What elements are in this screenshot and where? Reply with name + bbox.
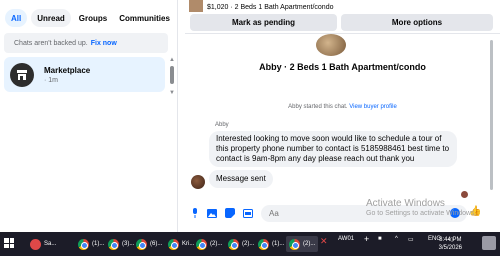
shield-icon[interactable]: ■ xyxy=(378,236,382,242)
taskbar-item-label: Kri... xyxy=(182,241,195,247)
listing-title: Abby · 2 Beds 1 Bath Apartment/condo xyxy=(259,62,426,72)
notification-avatar[interactable] xyxy=(482,236,496,250)
listing-price-header: $1,020 · 2 Beds 1 Bath Apartment/condo xyxy=(207,4,334,11)
chrome-icon xyxy=(289,238,300,250)
backup-text: Chats aren't backed up. xyxy=(14,39,88,47)
view-buyer-profile-link[interactable]: View buyer profile xyxy=(349,104,397,110)
taskbar-item-active[interactable]: (2)... xyxy=(286,236,319,252)
taskbar-item[interactable]: (1)... xyxy=(258,236,284,252)
taskbar-item-label: Sa... xyxy=(44,241,57,247)
system-clock[interactable]: 8:44 PM 3/5/2026 xyxy=(439,236,462,252)
filter-unread[interactable]: Unread xyxy=(31,9,71,27)
taskbar-item[interactable]: (1)... xyxy=(78,236,104,252)
filter-all[interactable]: All xyxy=(5,9,28,27)
chrome-icon xyxy=(108,238,119,250)
mark-as-pending-button[interactable]: Mark as pending xyxy=(190,14,337,31)
taskbar-item-label: (1)... xyxy=(92,241,105,247)
taskbar-item[interactable]: (6)... xyxy=(136,236,162,252)
taskbar-item[interactable]: (2)... xyxy=(196,236,222,252)
tray-app-label[interactable]: AW01 xyxy=(338,236,354,242)
more-options-button[interactable]: More options xyxy=(341,14,493,31)
sender-avatar[interactable] xyxy=(191,175,205,189)
chat-item-marketplace[interactable]: Marketplace · 1m xyxy=(4,57,165,92)
chrome-icon xyxy=(136,238,147,250)
read-receipt-avatar xyxy=(461,191,468,198)
chat-started-note: Abby started this chat. View buyer profi… xyxy=(185,104,500,110)
gif-icon[interactable] xyxy=(243,208,253,218)
taskbar-item-label: (1)... xyxy=(272,241,285,247)
app-icon xyxy=(30,238,41,250)
conversation-scrollbar[interactable] xyxy=(490,40,493,190)
taskbar-item-label: (2)... xyxy=(242,241,255,247)
chat-item-time: · 1m xyxy=(44,76,58,84)
chrome-icon xyxy=(258,238,269,250)
taskbar: Sa... (1)... (3)... (6)... Kri... (2)...… xyxy=(0,232,500,256)
taskbar-item-label: (2)... xyxy=(303,241,316,247)
sticker-icon[interactable] xyxy=(225,208,235,218)
app-logo-icon[interactable]: ✕ xyxy=(320,236,328,247)
taskbar-item[interactable]: (3)... xyxy=(108,236,134,252)
taskbar-item-label: (3)... xyxy=(122,241,135,247)
scroll-down-arrow[interactable]: ▼ xyxy=(169,90,175,96)
taskbar-item[interactable]: Kri... xyxy=(168,236,194,252)
header-divider xyxy=(185,33,500,34)
watermark-subtitle: Go to Settings to activate Windows. xyxy=(366,210,477,217)
chat-list-panel: All Unread Groups Communities Chats aren… xyxy=(0,0,178,232)
filter-communities[interactable]: Communities xyxy=(115,9,174,27)
backup-notice: Chats aren't backed up. Fix now xyxy=(4,33,168,53)
listing-image xyxy=(316,34,346,56)
message-bubble: Interested looking to move soon would li… xyxy=(209,131,457,167)
taskbar-item-label: (2)... xyxy=(210,241,223,247)
chat-list-scrollbar[interactable] xyxy=(170,66,174,84)
chrome-icon xyxy=(168,238,179,250)
scroll-up-arrow[interactable]: ▲ xyxy=(169,57,175,63)
listing-thumbnail xyxy=(189,0,203,12)
photo-icon[interactable] xyxy=(207,208,217,218)
clock-time: 8:44 PM xyxy=(439,237,462,243)
clock-date: 3/5/2026 xyxy=(438,245,462,251)
watermark-title: Activate Windows xyxy=(366,198,445,209)
filter-groups[interactable]: Groups xyxy=(75,9,111,27)
filter-tabs: All Unread Groups Communities xyxy=(5,9,174,27)
started-text: Abby started this chat. xyxy=(288,104,348,110)
taskbar-item[interactable]: (2)... xyxy=(228,236,254,252)
sender-name: Abby xyxy=(215,122,229,128)
chrome-icon xyxy=(196,238,207,250)
chat-item-name: Marketplace xyxy=(44,65,91,75)
message-bubble-sent: Message sent xyxy=(209,170,273,188)
chevron-up-icon[interactable]: ^ xyxy=(395,236,398,242)
fix-now-link[interactable]: Fix now xyxy=(91,40,117,47)
chrome-icon xyxy=(228,238,239,250)
microphone-icon[interactable] xyxy=(190,208,200,218)
store-icon xyxy=(10,62,34,87)
windows-start-icon[interactable] xyxy=(4,238,14,248)
taskbar-item[interactable]: Sa... xyxy=(30,236,56,252)
chrome-icon xyxy=(78,238,89,250)
plus-icon[interactable]: + xyxy=(364,234,369,244)
activate-windows-watermark: Activate Windows Go to Settings to activ… xyxy=(366,198,477,217)
network-icon[interactable]: ▭ xyxy=(408,236,414,243)
taskbar-item-label: (6)... xyxy=(150,241,163,247)
